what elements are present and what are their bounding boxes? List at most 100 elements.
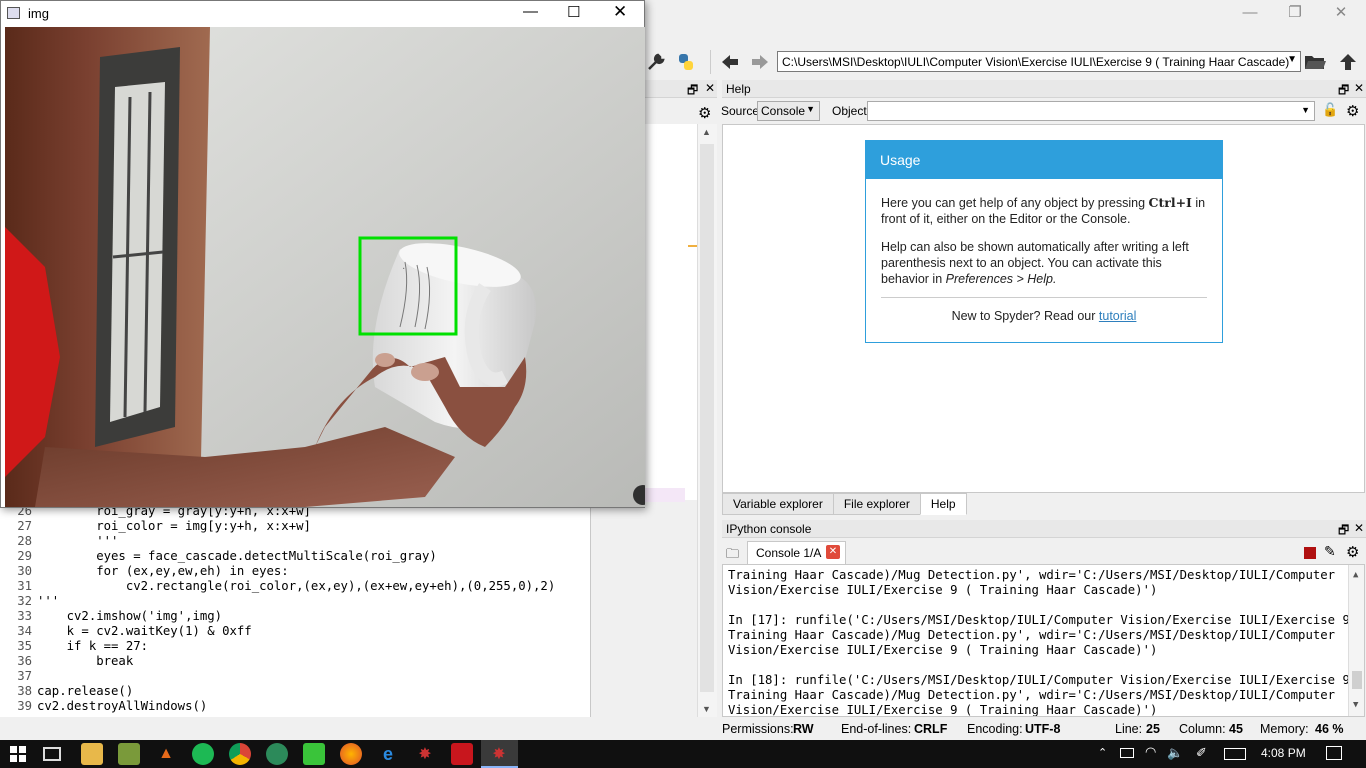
column-label: Column: — [1179, 722, 1226, 736]
console-pane-title: IPython console 🗗 ✕ — [722, 520, 1366, 538]
memory-value: 46 % — [1315, 722, 1344, 736]
app-icon — [7, 7, 20, 19]
img-window-titlebar[interactable]: img — ☐ ✕ — [1, 1, 644, 27]
tutorial-link[interactable]: tutorial — [1099, 309, 1137, 323]
source-select[interactable]: Console ▼ — [757, 101, 820, 121]
tab-console[interactable]: Console 1/A ✕ — [747, 541, 846, 564]
minimize-button[interactable]: — — [523, 3, 538, 20]
code-line: cv2.imshow('img',img) — [37, 609, 223, 623]
pen-icon[interactable]: ✐ — [1196, 745, 1207, 761]
line-number: 38 — [17, 684, 32, 698]
current-line-highlight — [645, 488, 685, 502]
usage-paragraph-3: New to Spyder? Read our tutorial — [951, 309, 1137, 323]
chevron-down-icon[interactable]: ▼ — [1287, 54, 1297, 65]
permissions-value: RW — [793, 722, 814, 736]
usage-title: Usage — [866, 141, 1222, 179]
line-number: 28 — [17, 534, 32, 548]
file-explorer-icon[interactable] — [81, 743, 103, 765]
line-number: 36 — [17, 654, 32, 668]
line-number: 27 — [17, 519, 32, 533]
webcam-image: . — [5, 27, 645, 507]
line-number: 39 — [17, 699, 32, 713]
line-number: 32 — [17, 594, 32, 608]
windows-start-icon[interactable] — [7, 743, 29, 765]
help-tabs: Variable explorer File explorer Help — [722, 493, 967, 515]
working-directory-field[interactable]: C:\Users\MSI\Desktop\IULI\Computer Visio… — [777, 51, 1301, 72]
acrobat-icon[interactable] — [451, 743, 473, 765]
close-pane-icon[interactable]: ✕ — [705, 81, 715, 95]
code-editor[interactable]: 26 roi_gray = gray[y:y+h, x:x+w] 27 roi_c… — [0, 500, 591, 717]
img-window: img — ☐ ✕ . — [0, 0, 645, 508]
wifi-icon[interactable]: ◠ — [1145, 744, 1156, 760]
source-label: Source — [721, 104, 760, 118]
minimize-button[interactable]: — — [1227, 0, 1273, 24]
status-bar: Permissions: RW End-of-lines: CRLF Encod… — [0, 719, 1366, 740]
matlab-icon[interactable]: ▲ — [155, 743, 177, 765]
spotify-icon[interactable] — [192, 743, 214, 765]
console-tab-label: Console 1/A — [756, 546, 822, 560]
spyder-icon[interactable]: ✸ — [414, 743, 436, 765]
keyboard-icon[interactable] — [1224, 748, 1246, 760]
tab-help[interactable]: Help — [919, 493, 967, 515]
app-icon[interactable] — [118, 743, 140, 765]
edge-icon[interactable]: e — [377, 743, 399, 765]
gear-icon[interactable]: ⚙ — [1346, 102, 1359, 120]
battery-icon[interactable] — [1120, 748, 1134, 758]
firefox-icon[interactable] — [340, 743, 362, 765]
restore-button[interactable]: ❐ — [1272, 0, 1318, 24]
spyder-active-icon[interactable]: ✸ — [488, 743, 510, 765]
close-button[interactable]: ✕ — [613, 2, 627, 22]
console-line: In [18]: runfile('C:/Users/MSI/Desktop/I… — [728, 673, 1365, 687]
working-directory-path: C:\Users\MSI\Desktop\IULI\Computer Visio… — [782, 55, 1290, 69]
chrome-icon[interactable] — [229, 743, 251, 765]
usage-paragraph-2: Help can also be shown automatically aft… — [881, 240, 1189, 286]
line-number: 30 — [17, 564, 32, 578]
console-scrollbar[interactable]: ▲ ▼ — [1348, 565, 1364, 716]
close-button[interactable]: ✕ — [1318, 0, 1364, 24]
forward-arrow-icon[interactable] — [748, 50, 772, 74]
line-number: 33 — [17, 609, 32, 623]
close-pane-icon[interactable]: ✕ — [1354, 81, 1364, 95]
stop-icon[interactable] — [1304, 547, 1316, 559]
usage-paragraph-1: Here you can get help of any object by p… — [881, 195, 1206, 226]
tab-variable-explorer[interactable]: Variable explorer — [722, 493, 834, 515]
undock-icon[interactable]: 🗗 — [687, 81, 698, 102]
tab-file-explorer[interactable]: File explorer — [832, 493, 921, 515]
maximize-button[interactable]: ☐ — [567, 3, 580, 21]
undock-icon[interactable]: 🗗 — [1338, 81, 1349, 102]
open-folder-icon[interactable] — [1303, 50, 1327, 74]
code-line: eyes = face_cascade.detectMultiScale(roi… — [37, 549, 437, 563]
code-line: roi_color = img[y:y+h, x:x+w] — [37, 519, 311, 533]
chevron-up-icon[interactable]: ⌃ — [1098, 746, 1107, 759]
console-line: Training Haar Cascade)/Mug Detection.py'… — [728, 568, 1336, 582]
encoding-label: Encoding: — [967, 722, 1023, 736]
undock-icon[interactable]: 🗗 — [1338, 521, 1349, 542]
console-output[interactable]: Training Haar Cascade)/Mug Detection.py'… — [722, 564, 1365, 717]
lock-icon[interactable]: 🔓 — [1322, 102, 1338, 118]
eol-label: End-of-lines: — [841, 722, 912, 736]
gear-icon[interactable]: ⚙ — [1346, 543, 1359, 561]
code-line: ''' — [37, 594, 60, 608]
editor-right-area — [645, 124, 698, 500]
up-arrow-icon[interactable] — [1336, 50, 1360, 74]
clock[interactable]: 4:08 PM — [1261, 746, 1306, 760]
python-icon[interactable] — [674, 50, 698, 74]
gear-icon[interactable]: ⚙ — [698, 104, 711, 122]
eol-value: CRLF — [914, 722, 948, 736]
divider — [881, 297, 1207, 298]
volume-icon[interactable]: 🔈 — [1167, 745, 1183, 761]
line-icon[interactable] — [303, 743, 325, 765]
app-icon-2[interactable] — [266, 743, 288, 765]
back-arrow-icon[interactable] — [718, 50, 742, 74]
code-line: k = cv2.waitKey(1) & 0xff — [37, 624, 252, 638]
close-pane-icon[interactable]: ✕ — [1354, 521, 1364, 535]
editor-scrollbar[interactable]: ▲ ▼ — [697, 124, 717, 717]
action-center-icon[interactable] — [1326, 746, 1342, 760]
task-view-icon[interactable] — [43, 747, 61, 761]
console-line: Vision/Exercise IULI/Exercise 9 ( Traini… — [728, 583, 1158, 597]
eraser-icon[interactable]: ✎ — [1324, 543, 1336, 560]
wrench-icon[interactable] — [644, 50, 668, 74]
img-window-title: img — [28, 6, 49, 21]
close-tab-icon[interactable]: ✕ — [826, 545, 840, 559]
object-input[interactable]: ▼ — [867, 101, 1315, 121]
